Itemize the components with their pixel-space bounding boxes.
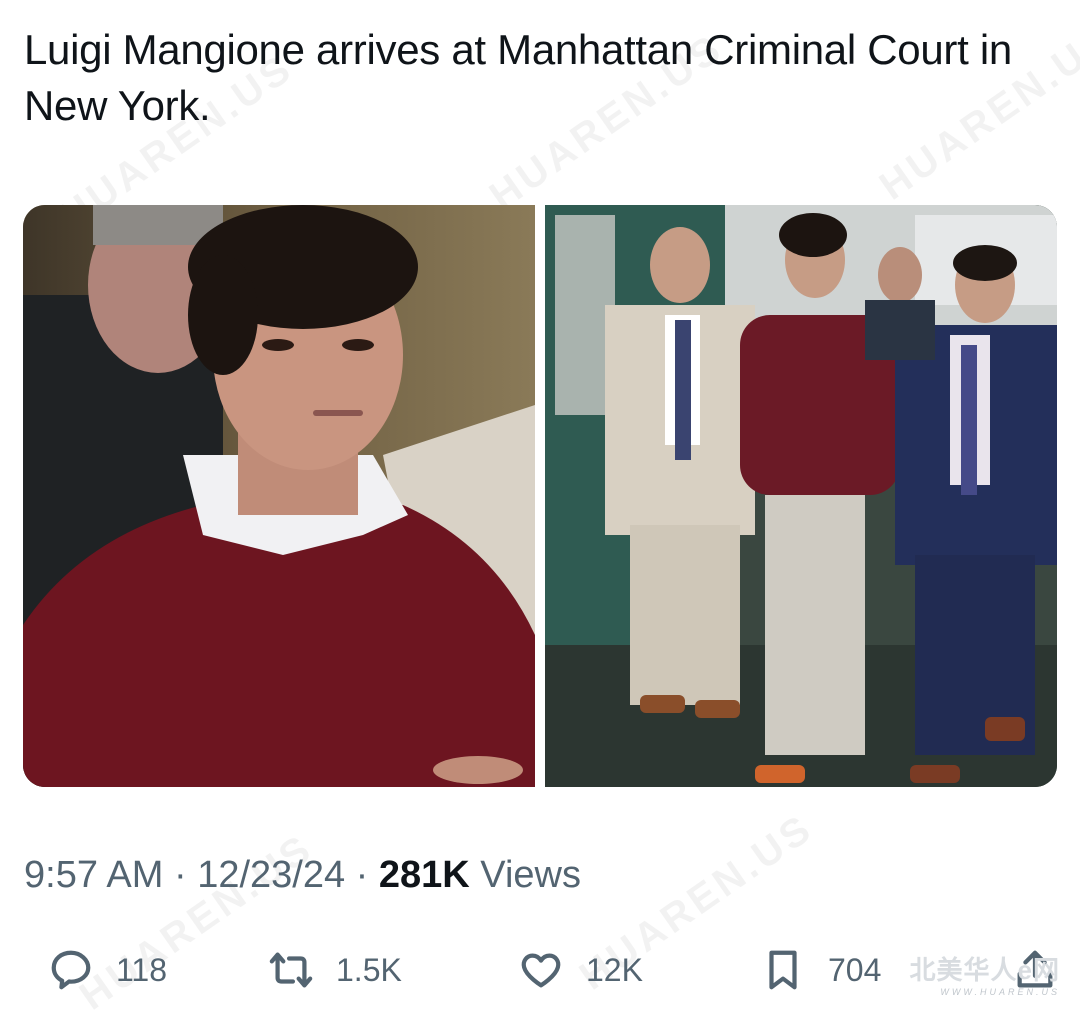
repost-count: 1.5K xyxy=(336,951,402,988)
reply-icon xyxy=(51,950,91,990)
bookmark-count: 704 xyxy=(828,951,882,988)
bookmark-icon xyxy=(769,950,797,990)
tweet-time[interactable]: 9:57 AM xyxy=(24,854,163,896)
photo-portrait-illustration xyxy=(23,205,535,787)
tweet-meta: 9:57 AM · 12/23/24 · 281K Views xyxy=(24,852,581,898)
reply-count: 118 xyxy=(116,951,168,988)
bookmark-button[interactable]: 704 xyxy=(760,944,881,996)
photo-portrait[interactable] xyxy=(23,205,535,787)
repost-button[interactable]: 1.5K xyxy=(268,944,402,996)
photo-escort-illustration xyxy=(545,205,1057,787)
meta-separator: · xyxy=(163,854,198,896)
views-count: 281K xyxy=(378,854,470,896)
views-label: Views xyxy=(469,854,581,896)
photo-escort[interactable] xyxy=(545,205,1057,787)
repost-icon xyxy=(269,952,313,988)
media-grid xyxy=(23,205,1057,787)
site-watermark: 北美华人e网 WWW.HUAREN.US xyxy=(910,950,1060,997)
like-count: 12K xyxy=(586,951,643,988)
watermark-brand: 北美华人e网 xyxy=(909,955,1060,985)
meta-separator: · xyxy=(345,854,379,896)
tweet-text: Luigi Mangione arrives at Manhattan Crim… xyxy=(24,26,1012,129)
heart-icon xyxy=(521,953,561,988)
tweet-date[interactable]: 12/23/24 xyxy=(197,854,345,896)
reply-button[interactable]: 118 xyxy=(48,944,167,996)
watermark-url: WWW.HUAREN.US xyxy=(940,987,1060,997)
like-button[interactable]: 12K xyxy=(518,944,643,996)
